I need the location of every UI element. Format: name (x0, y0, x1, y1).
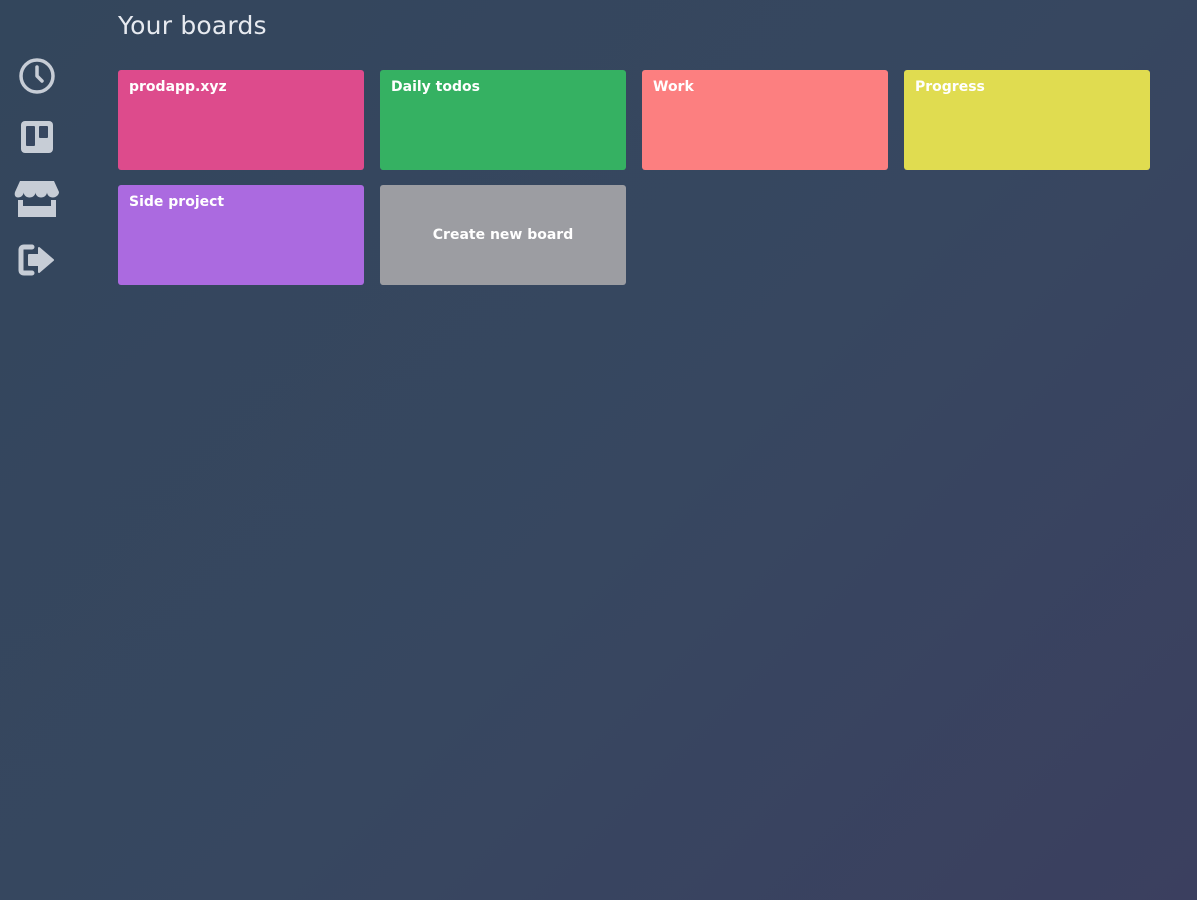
board-name: Progress (915, 79, 985, 95)
board-name: Daily todos (391, 79, 480, 95)
board-name: Side project (129, 194, 225, 210)
sign-out-icon (18, 244, 54, 276)
boards-button[interactable] (12, 115, 62, 159)
board-tile-work[interactable]: Work (642, 70, 888, 170)
page-title: Your boards (118, 11, 267, 40)
board-tile-prodapp[interactable]: prodapp.xyz (118, 70, 364, 170)
logout-button[interactable] (12, 238, 62, 282)
store-icon (14, 181, 59, 217)
board-name: prodapp.xyz (129, 79, 227, 95)
board-tile-progress[interactable]: Progress (904, 70, 1150, 170)
store-button[interactable] (12, 177, 62, 221)
board-tile-daily-todos[interactable]: Daily todos (380, 70, 626, 170)
recent-boards-button[interactable] (12, 54, 62, 98)
clock-icon (19, 58, 55, 94)
create-board-button[interactable]: Create new board (380, 185, 626, 285)
board-icon (21, 121, 53, 153)
create-board-label: Create new board (432, 227, 574, 243)
sidebar (0, 0, 74, 900)
board-name: Work (653, 79, 694, 95)
board-tile-side-project[interactable]: Side project (118, 185, 364, 285)
